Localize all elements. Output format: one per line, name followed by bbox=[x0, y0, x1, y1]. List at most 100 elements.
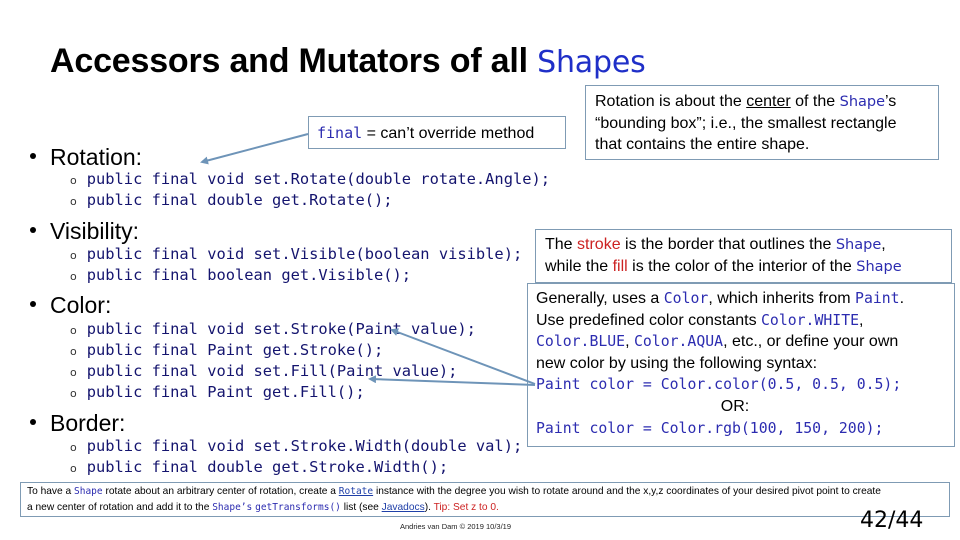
sub-bullet-icon: o bbox=[70, 462, 77, 475]
callout-text: , bbox=[881, 236, 886, 253]
footer-text: instance with the degree you wish to rot… bbox=[373, 486, 881, 497]
color-constant-code: Color.BLUE bbox=[536, 333, 626, 351]
rotation-center-callout: Rotation is about the center of the Shap… bbox=[585, 85, 939, 160]
rotate-tip-box: To have a Shape rotate about an arbitrar… bbox=[20, 482, 950, 517]
code-text: public final void set.Rotate(double rota… bbox=[86, 170, 551, 188]
sub-bullet-icon: o bbox=[70, 195, 77, 208]
callout-text: ’s bbox=[885, 93, 897, 110]
get-transforms-code: getTransforms() bbox=[255, 502, 341, 513]
callout-text: . bbox=[899, 290, 905, 307]
color-constant-code: Color.AQUA bbox=[633, 333, 724, 351]
footer-text: list (see bbox=[340, 502, 382, 513]
callout-line: The stroke is the border that outlines t… bbox=[545, 234, 951, 256]
callout-text: , which inherits from bbox=[708, 290, 856, 307]
final-keyword-code: final bbox=[317, 124, 363, 142]
code-text: public final Paint get.Stroke(); bbox=[86, 341, 384, 359]
code-line: o public final boolean get.Visible(); bbox=[70, 266, 411, 284]
sub-bullet-icon: o bbox=[70, 441, 77, 454]
section-heading-border: Border: bbox=[30, 410, 125, 437]
callout-text: , etc., or define your own bbox=[723, 333, 899, 351]
rgb-syntax-code: Paint color = Color.rgb(100, 150, 200); bbox=[536, 419, 884, 437]
footer-text: To have a bbox=[27, 486, 75, 497]
javadocs-link[interactable]: Javadocs bbox=[382, 502, 425, 513]
code-text: public final void set.Stroke(Paint value… bbox=[86, 320, 476, 338]
callout-line: Rotation is about the center of the Shap… bbox=[595, 91, 938, 113]
arrow-final-to-rotation bbox=[200, 133, 309, 165]
shape-code: Shape bbox=[856, 259, 902, 275]
code-line: o public final Paint get.Fill(); bbox=[70, 383, 365, 401]
shape-code: Shape’s bbox=[212, 502, 253, 513]
title-shapes-code: Shapes bbox=[537, 45, 646, 80]
callout-text: is the border that outlines the bbox=[620, 236, 836, 253]
code-text: public final void set.Stroke.Width(doubl… bbox=[86, 437, 523, 455]
sub-bullet-icon: o bbox=[70, 249, 77, 262]
footer-line: a new center of rotation and add it to t… bbox=[27, 500, 949, 516]
code-text: public final double get.Rotate(); bbox=[86, 191, 393, 209]
sub-bullet-icon: o bbox=[70, 324, 77, 337]
code-line: o public final double get.Stroke.Width(); bbox=[70, 458, 448, 476]
fill-term: fill bbox=[612, 258, 628, 275]
callout-line: Generally, uses a Color, which inherits … bbox=[536, 288, 954, 310]
callout-text: while the bbox=[545, 258, 613, 275]
color-callout: Generally, uses a Color, which inherits … bbox=[527, 283, 955, 447]
sub-bullet-icon: o bbox=[70, 345, 77, 358]
callout-line: Color.BLUE, Color.AQUA, etc., or define … bbox=[536, 331, 954, 353]
callout-line: “bounding box”; i.e., the smallest recta… bbox=[595, 115, 897, 132]
tip-text: Tip: Set z to 0. bbox=[433, 502, 499, 513]
bullet-icon bbox=[30, 301, 36, 308]
code-line: o public final void set.Stroke.Width(doub… bbox=[70, 437, 522, 455]
callout-text: The bbox=[545, 236, 578, 253]
title-text: Accessors and Mutators of all bbox=[50, 42, 538, 80]
code-line: o public final void set.Stroke(Paint valu… bbox=[70, 320, 476, 338]
footer-text: rotate about an arbitrary center of rota… bbox=[102, 486, 339, 497]
footer-text: ). bbox=[424, 502, 434, 513]
code-line: o public final void set.Fill(Paint value)… bbox=[70, 362, 457, 380]
code-text: public final void set.Visible(boolean vi… bbox=[86, 245, 523, 263]
underlined-center-text: center bbox=[746, 93, 791, 110]
code-text: public final boolean get.Visible(); bbox=[86, 266, 412, 284]
code-text: public final Paint get.Fill(); bbox=[86, 383, 365, 401]
shape-code: Shape bbox=[835, 237, 882, 253]
bullet-icon bbox=[30, 153, 36, 160]
sub-bullet-icon: o bbox=[70, 387, 77, 400]
color-constant-code: Color.WHITE bbox=[761, 311, 860, 329]
code-line: o public final double get.Rotate(); bbox=[70, 191, 393, 209]
section-heading-visibility: Visibility: bbox=[30, 218, 139, 245]
callout-text: of the bbox=[790, 93, 840, 110]
callout-line: while the fill is the color of the inter… bbox=[545, 256, 951, 278]
code-line: o public final Paint get.Stroke(); bbox=[70, 341, 383, 359]
page-number: 42/44 bbox=[860, 508, 924, 533]
sub-bullet-icon: o bbox=[70, 174, 77, 187]
color-syntax-code: Paint color = Color.color(0.5, 0.5, 0.5)… bbox=[536, 376, 902, 394]
heading-text: Border: bbox=[50, 410, 126, 436]
color-class-code: Color bbox=[663, 290, 709, 307]
shape-code: Shape bbox=[74, 486, 103, 497]
paint-class-code: Paint bbox=[855, 290, 900, 307]
heading-text: Visibility: bbox=[50, 218, 140, 244]
callout-line: Use predefined color constants Color.WHI… bbox=[536, 310, 954, 332]
callout-text: , bbox=[859, 311, 864, 329]
callout-text: Generally, uses a bbox=[536, 290, 664, 307]
section-heading-rotation: Rotation: bbox=[30, 144, 142, 171]
slide-title: Accessors and Mutators of all Shapes bbox=[50, 42, 646, 81]
or-separator: OR: bbox=[720, 397, 750, 415]
rotate-link[interactable]: Rotate bbox=[339, 486, 373, 497]
heading-text: Color: bbox=[50, 292, 112, 318]
shape-code: Shape bbox=[839, 94, 886, 110]
callout-line: that contains the entire shape. bbox=[595, 136, 810, 153]
bullet-icon bbox=[30, 419, 36, 426]
code-line: o public final void set.Rotate(double rot… bbox=[70, 170, 550, 188]
sub-bullet-icon: o bbox=[70, 366, 77, 379]
callout-text: Use predefined color constants bbox=[536, 311, 762, 329]
bullet-icon bbox=[30, 227, 36, 234]
stroke-fill-callout: The stroke is the border that outlines t… bbox=[535, 229, 952, 283]
callout-text: Rotation is about the bbox=[595, 93, 747, 110]
credit-text: Andries van Dam © 2019 10/3/19 bbox=[400, 522, 512, 531]
callout-text: is the color of the interior of the bbox=[627, 258, 857, 275]
sub-bullet-icon: o bbox=[70, 270, 77, 283]
callout-text: = can’t override method bbox=[362, 125, 535, 142]
heading-text: Rotation: bbox=[50, 144, 143, 170]
footer-text: a new center of rotation and add it to t… bbox=[27, 502, 213, 513]
callout-line: new color by using the following syntax: bbox=[536, 354, 818, 372]
stroke-term: stroke bbox=[577, 236, 621, 253]
